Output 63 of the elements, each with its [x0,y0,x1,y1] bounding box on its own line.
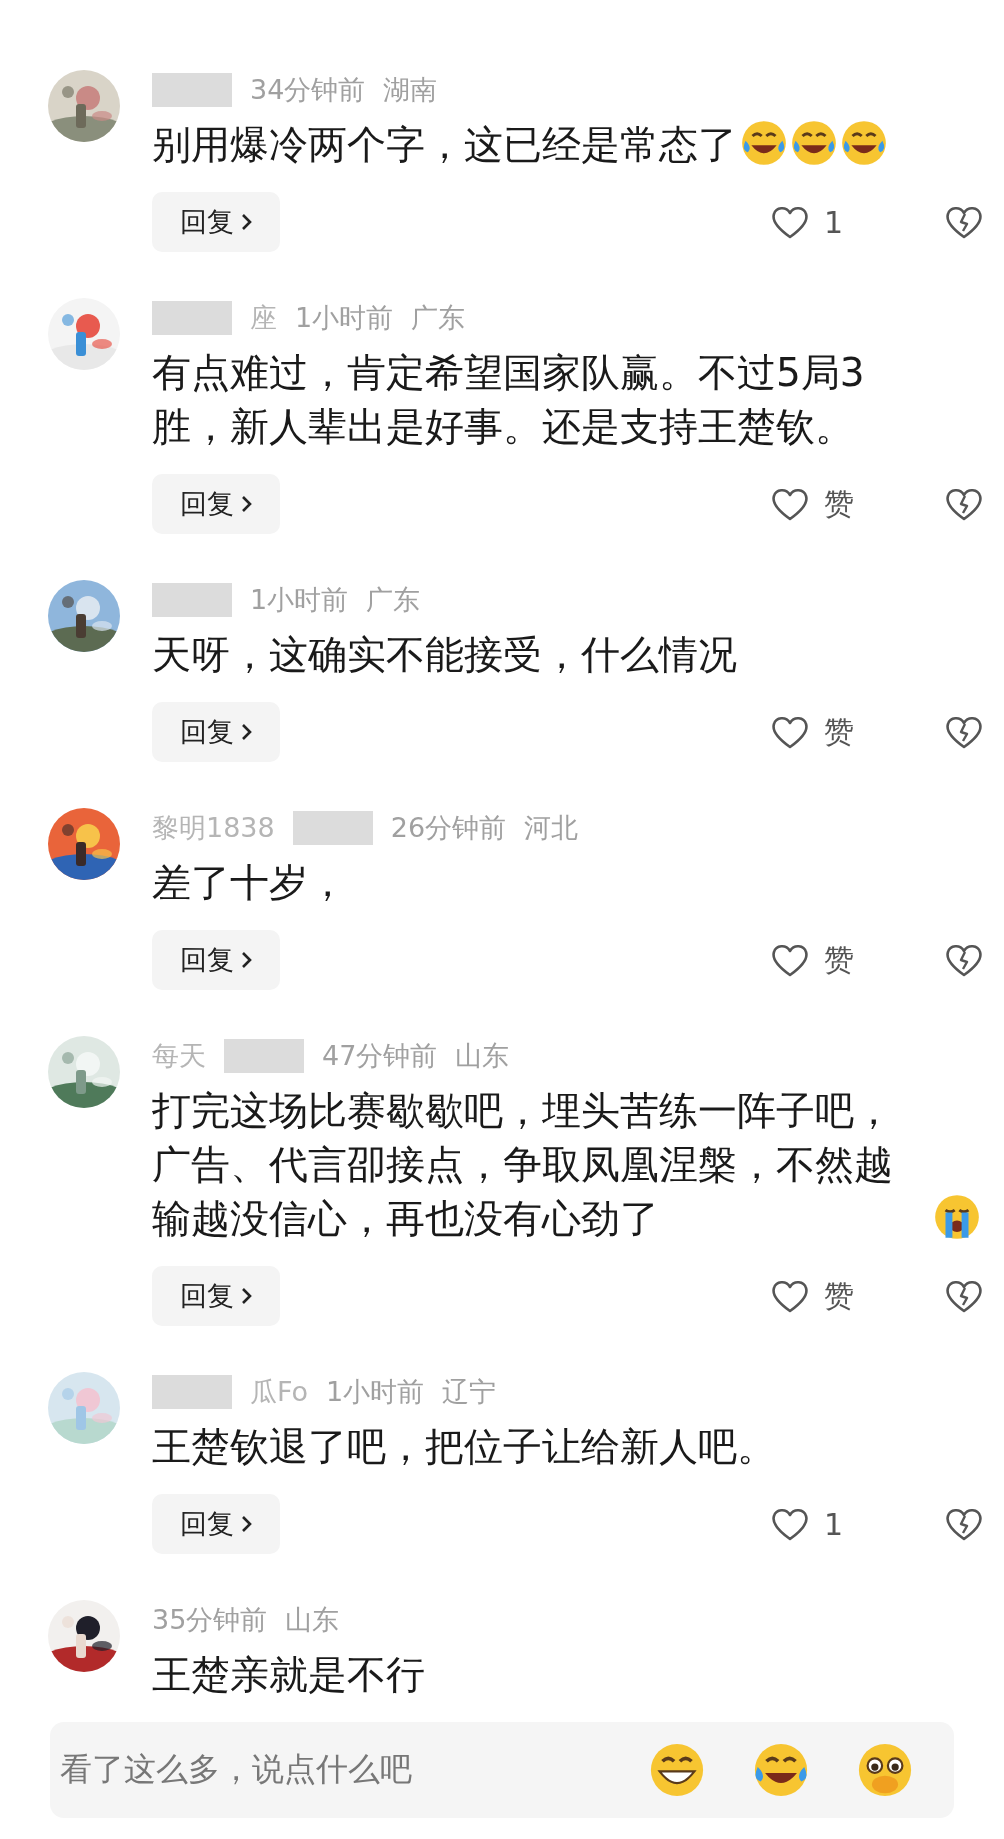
comment-text: 王楚钦退了吧，把位子让给新人吧。 [152,1423,776,1471]
like-count: 赞 [824,1276,855,1315]
comment-time: 26分钟前 [390,811,507,845]
laughing-emoji-icon[interactable] [752,1741,810,1799]
comment-text: 打完这场比赛歇歇吧，埋头苦练一阵子吧，广告、代言卲接点，争取凤凰涅槃，不然越输越没信心，再也没有心劲了 [152,1087,894,1243]
like-count: 1 [824,204,845,240]
reply-button[interactable]: 回复 [152,474,280,534]
like-icon[interactable] [770,714,810,750]
like-icon[interactable] [770,1278,810,1314]
grinning-emoji-icon[interactable] [648,1741,706,1799]
like-count: 1 [824,1506,845,1542]
reply-button[interactable]: 回复 [152,192,280,252]
comment-text: 王楚亲就是不行 [152,1651,425,1699]
chevron-icon [240,212,252,232]
dislike-icon[interactable] [944,1506,984,1542]
crying-emoji-icon [934,1194,980,1240]
comment-time: 1小时前 [326,1375,425,1409]
like-icon[interactable] [770,942,810,978]
comment-time: 35分钟前 [152,1603,268,1637]
like-count: 赞 [824,484,855,523]
dislike-icon[interactable] [944,942,984,978]
reply-button[interactable]: 回复 [152,1266,280,1326]
laughing-emoji-icon [841,120,887,166]
chevron-icon [240,950,252,970]
comment-text: 别用爆冷两个字，这已经是常态了 [152,121,737,169]
comment-location: 山东 [285,1603,340,1637]
dislike-icon[interactable] [944,486,984,522]
comment-text: 差了十岁， [152,859,347,907]
reply-button[interactable]: 回复 [152,702,280,762]
comment-location: 广东 [411,301,466,335]
reply-button[interactable]: 回复 [152,1494,280,1554]
comment-location: 湖南 [383,73,438,107]
dislike-icon[interactable] [944,1278,984,1314]
chevron-icon [240,1286,252,1306]
chevron-icon [240,1514,252,1534]
chevron-icon [240,722,252,742]
dislike-icon[interactable] [944,204,984,240]
comment-location: 山东 [455,1039,510,1073]
comment-text: 天呀，这确实不能接受，什么情况 [152,631,737,679]
comment-input-field[interactable]: 看了这么多，说点什么吧 [50,1722,954,1818]
like-icon[interactable] [770,204,810,240]
comment-location: 广东 [366,583,421,617]
user-name: 黎明1838 [152,811,275,845]
chevron-icon [240,494,252,514]
user-name: 座 [250,301,277,335]
like-icon[interactable] [770,486,810,522]
comment-text: 有点难过，肯定希望国家队赢。不过5局3胜，新人辈出是好事。还是支持王楚钦。 [152,349,866,451]
comment-time: 1小时前 [295,301,394,335]
like-count: 赞 [824,712,855,751]
laughing-emoji-icon [791,120,837,166]
comment-location: 辽宁 [442,1375,497,1409]
comment-time: 34分钟前 [250,73,366,107]
like-icon[interactable] [770,1506,810,1542]
user-name: 每天 [152,1039,206,1073]
reply-button[interactable]: 回复 [152,930,280,990]
pleading-emoji-icon[interactable] [856,1741,914,1799]
laughing-emoji-icon [741,120,787,166]
like-count: 赞 [824,940,855,979]
dislike-icon[interactable] [944,714,984,750]
user-name: 瓜Fo [250,1375,309,1409]
comment-time: 1小时前 [250,583,349,617]
comment-location: 河北 [524,811,579,845]
comment-time: 47分钟前 [322,1039,438,1073]
